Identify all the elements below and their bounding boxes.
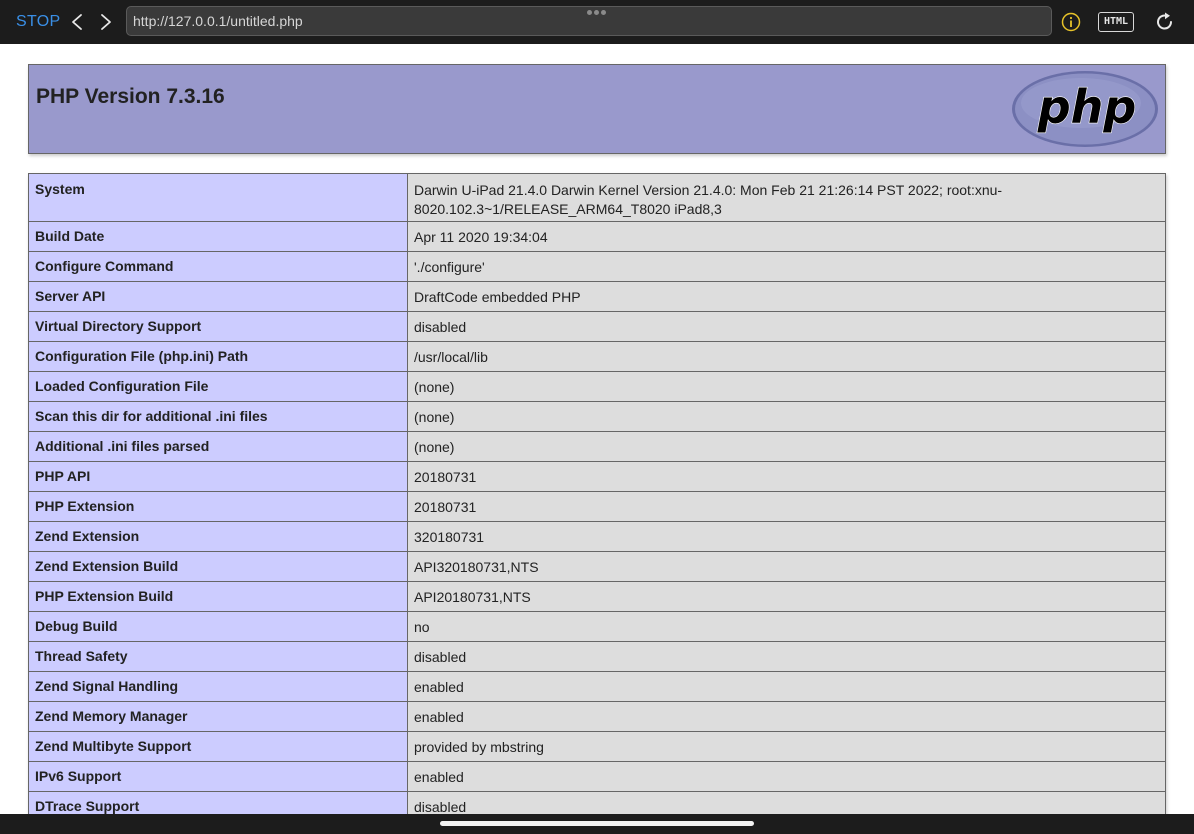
row-value: (none) [407,431,1166,462]
table-row: Debug Build no [28,611,1166,642]
reload-icon [1157,12,1172,30]
table-row: PHP Extension 20180731 [28,491,1166,522]
chevron-right-icon [101,14,111,30]
page-content: PHP Version 7.3.16 php System Darwin U-iP… [0,44,1194,814]
row-value: Apr 11 2020 19:34:04 [407,221,1166,252]
table-row: Virtual Directory Support disabled [28,311,1166,342]
table-row: Zend Extension 320180731 [28,521,1166,552]
table-row: Scan this dir for additional .ini files(… [28,401,1166,432]
url-input[interactable] [133,7,1033,35]
php-header: PHP Version 7.3.16 php [28,64,1166,154]
table-row: System Darwin U-iPad 21.4.0 Darwin Kernel… [28,173,1166,222]
browser-toolbar: STOP HTML [0,0,1194,44]
row-key: Zend Multibyte Support [28,731,408,762]
row-value: Darwin U-iPad 21.4.0 Darwin Kernel Versi… [407,173,1166,222]
row-value: disabled [407,791,1166,814]
row-key: Scan this dir for additional .ini files [28,401,408,432]
row-value: provided by mbstring [407,731,1166,762]
table-row: Build Date Apr 11 2020 19:34:04 [28,221,1166,252]
table-row: Thread Safety disabled [28,641,1166,672]
html-source-button[interactable]: HTML [1098,12,1134,32]
row-key: PHP API [28,461,408,492]
row-key: System [28,173,408,222]
page-title: PHP Version 7.3.16 [36,85,225,108]
row-key: IPv6 Support [28,761,408,792]
table-row: Zend Signal Handling enabled [28,671,1166,702]
home-indicator[interactable] [440,821,754,826]
stop-button[interactable]: STOP [16,12,60,32]
row-key: Zend Signal Handling [28,671,408,702]
bottom-bar [0,814,1194,834]
row-key: Virtual Directory Support [28,311,408,342]
table-row: Configuration File (php.ini) Path/usr/lo… [28,341,1166,372]
table-row: Additional .ini files parsed (none) [28,431,1166,462]
php-logo: php [1012,71,1158,147]
table-row: Server API DraftCode embedded PHP [28,281,1166,312]
table-row: Zend Extension Build API320180731,NTS [28,551,1166,582]
row-value: 20180731 [407,491,1166,522]
reload-button[interactable] [1154,11,1176,33]
row-key: Zend Extension [28,521,408,552]
row-value: disabled [407,311,1166,342]
forward-button[interactable] [97,10,115,34]
table-row: Loaded Configuration File (none) [28,371,1166,402]
ellipsis-icon[interactable] [585,8,609,16]
row-value: enabled [407,761,1166,792]
row-key: Thread Safety [28,641,408,672]
row-value: enabled [407,701,1166,732]
row-value: 20180731 [407,461,1166,492]
table-row: Zend Memory Manager enabled [28,701,1166,732]
table-row: PHP API 20180731 [28,461,1166,492]
row-key: Loaded Configuration File [28,371,408,402]
back-button[interactable] [68,10,86,34]
table-row: Zend Multibyte Support provided by mbstri… [28,731,1166,762]
row-value: enabled [407,671,1166,702]
row-key: Build Date [28,221,408,252]
row-value: (none) [407,401,1166,432]
table-row: PHP Extension Build API20180731,NTS [28,581,1166,612]
chevron-left-icon [72,14,82,30]
row-key: Configure Command [28,251,408,282]
row-value: (none) [407,371,1166,402]
info-table: System Darwin U-iPad 21.4.0 Darwin Kernel… [28,173,1166,814]
row-value: DraftCode embedded PHP [407,281,1166,312]
table-row: IPv6 Support enabled [28,761,1166,792]
row-key: DTrace Support [28,791,408,814]
row-value: disabled [407,641,1166,672]
row-value: no [407,611,1166,642]
row-value: API20180731,NTS [407,581,1166,612]
row-key: Debug Build [28,611,408,642]
row-key: Server API [28,281,408,312]
table-row: DTrace Support disabled [28,791,1166,814]
table-row: Configure Command './configure' [28,251,1166,282]
row-value: /usr/local/lib [407,341,1166,372]
info-button[interactable] [1061,12,1081,32]
info-icon [1061,12,1081,32]
php-logo-text: php [1037,80,1137,134]
row-value: 320180731 [407,521,1166,552]
row-key: Additional .ini files parsed [28,431,408,462]
row-key: PHP Extension Build [28,581,408,612]
row-key: Zend Extension Build [28,551,408,582]
row-key: Configuration File (php.ini) Path [28,341,408,372]
row-value: API320180731,NTS [407,551,1166,582]
row-key: Zend Memory Manager [28,701,408,732]
row-value: './configure' [407,251,1166,282]
row-key: PHP Extension [28,491,408,522]
